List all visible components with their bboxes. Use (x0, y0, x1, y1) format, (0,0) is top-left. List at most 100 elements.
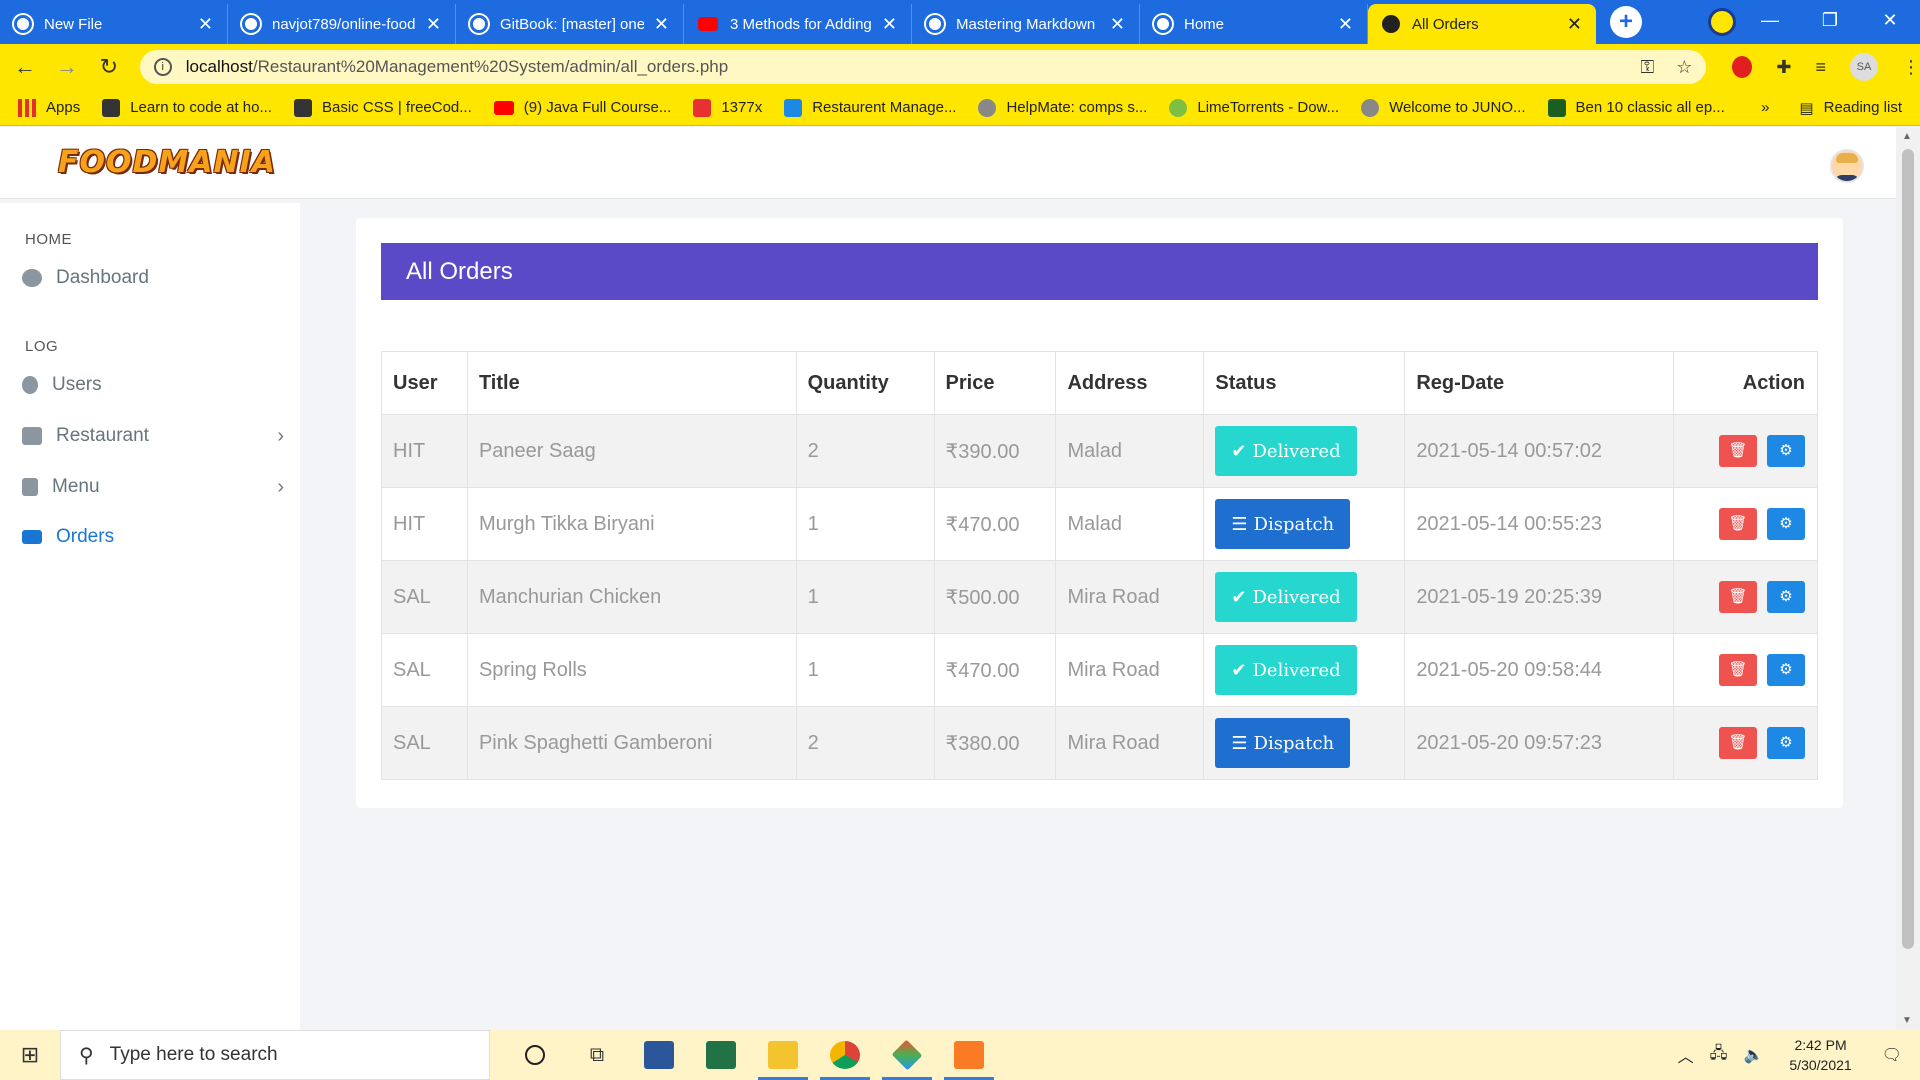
close-icon[interactable]: ✕ (882, 14, 897, 35)
close-icon[interactable]: ✕ (426, 14, 441, 35)
settings-button[interactable]: ⚙ (1767, 654, 1805, 686)
status-label: Dispatch (1253, 513, 1335, 535)
omnitrix-icon (1547, 98, 1566, 117)
more-bookmarks-button[interactable]: » (1761, 99, 1769, 116)
scroll-down-icon[interactable]: ▼ (1902, 1015, 1912, 1026)
settings-button[interactable]: ⚙ (1767, 435, 1805, 467)
cell-date: 2021-05-19 20:25:39 (1404, 560, 1675, 634)
browser-tab-active[interactable]: All Orders ✕ (1368, 4, 1596, 44)
settings-button[interactable]: ⚙ (1767, 508, 1805, 540)
bars-icon: ☰ (1231, 513, 1248, 535)
github-icon (14, 15, 32, 33)
page-scrollbar[interactable]: ▲ ▼ (1896, 127, 1920, 1030)
status-delivered-button[interactable]: ✔ Delivered (1215, 426, 1357, 476)
reload-icon[interactable]: ↻ (92, 54, 126, 80)
sidebar-item-restaurant[interactable]: Restaurant › (22, 425, 292, 447)
settings-button[interactable]: ⚙ (1767, 727, 1805, 759)
status-delivered-button[interactable]: ✔ Delivered (1215, 645, 1357, 695)
bookmark-star-icon[interactable]: ☆ (1676, 57, 1692, 78)
browser-tab[interactable]: navjot789/online-food ✕ (228, 4, 456, 44)
user-avatar[interactable] (1830, 149, 1864, 183)
network-icon[interactable]: 🖧 (1710, 1042, 1728, 1069)
status-delivered-button[interactable]: ✔ Delivered (1215, 572, 1357, 622)
sidebar-item-users[interactable]: Users (22, 374, 292, 396)
windows-logo-icon: ⊞ (20, 1042, 40, 1067)
browser-tab[interactable]: 3 Methods for Adding ✕ (684, 4, 912, 44)
app-logo[interactable]: FOODMANIA (58, 145, 276, 180)
bookmark-item[interactable]: Ben 10 classic all ep... (1547, 98, 1725, 117)
settings-button[interactable]: ⚙ (1767, 581, 1805, 613)
xampp-app[interactable] (938, 1030, 1000, 1080)
task-view-button[interactable]: ⧉ (566, 1030, 628, 1080)
scroll-up-icon[interactable]: ▲ (1902, 131, 1912, 142)
taskbar-search-input[interactable]: ⚲ Type here to search (60, 1030, 490, 1080)
browser-tab[interactable]: Mastering Markdown ✕ (912, 4, 1140, 44)
puzzle-icon[interactable]: ✚ (1776, 57, 1791, 78)
notifications-icon[interactable]: 🗨 (1882, 1045, 1902, 1065)
git-app[interactable] (876, 1030, 938, 1080)
start-button[interactable]: ⊞ (0, 1030, 60, 1080)
browser-tab[interactable]: GitBook: [master] one ✕ (456, 4, 684, 44)
status-dispatch-button[interactable]: ☰ Dispatch (1215, 718, 1351, 768)
media-icon[interactable]: ≡ (1815, 57, 1826, 78)
key-icon[interactable]: ⚿ (1641, 57, 1655, 78)
delete-button[interactable]: 🗑 (1719, 727, 1757, 759)
bookmark-item[interactable]: (9) Java Full Course... (493, 99, 671, 116)
bookmark-item[interactable]: LimeTorrents - Dow... (1169, 98, 1339, 117)
cell-action: 🗑 ⚙ (1673, 487, 1818, 561)
sidebar-item-orders[interactable]: Orders (22, 526, 292, 548)
tab-search-icon[interactable] (1708, 8, 1736, 36)
close-icon[interactable]: ✕ (654, 14, 669, 35)
trash-icon: 🗑 (1728, 515, 1748, 532)
delete-button[interactable]: 🗑 (1719, 508, 1757, 540)
chrome-app[interactable] (814, 1030, 876, 1080)
browser-tab[interactable]: Home ✕ (1140, 4, 1368, 44)
bookmark-item[interactable]: Basic CSS | freeCod... (293, 98, 472, 117)
extension-icon[interactable] (1732, 56, 1753, 78)
scrollbar-thumb[interactable] (1902, 149, 1914, 949)
browser-tab[interactable]: New File ✕ (0, 4, 228, 44)
sidebar-item-label: Restaurant (56, 425, 149, 446)
top-navbar: FOODMANIA (0, 127, 1896, 199)
bookmark-item[interactable]: Restaurent Manage... (784, 98, 956, 117)
menu-dots-icon[interactable]: ⋮ (1902, 57, 1920, 78)
volume-icon[interactable]: 🔈 (1743, 1045, 1763, 1065)
window-close-icon[interactable]: ✕ (1860, 10, 1920, 31)
sidebar-item-menu[interactable]: Menu › (22, 476, 292, 498)
excel-app[interactable] (690, 1030, 752, 1080)
bookmark-item[interactable]: HelpMate: comps s... (978, 98, 1147, 117)
delete-button[interactable]: 🗑 (1719, 581, 1757, 613)
sidebar-item-dashboard[interactable]: Dashboard (22, 267, 292, 289)
forward-icon[interactable]: → (50, 54, 84, 80)
column-header-user: User (381, 351, 468, 415)
site-info-icon[interactable]: i (153, 58, 172, 76)
back-icon[interactable]: ← (8, 54, 42, 80)
reading-list-button[interactable]: ▤ Reading list (1799, 99, 1902, 117)
word-app[interactable] (628, 1030, 690, 1080)
minimize-icon[interactable]: — (1740, 10, 1800, 31)
status-dispatch-button[interactable]: ☰ Dispatch (1215, 499, 1351, 549)
restore-icon[interactable]: ❐ (1800, 10, 1860, 31)
new-tab-button[interactable]: + (1610, 6, 1642, 38)
bookmark-item[interactable]: Welcome to JUNO... (1361, 98, 1526, 117)
cortana-button[interactable] (504, 1030, 566, 1080)
bookmark-item[interactable]: Learn to code at ho... (102, 98, 272, 117)
delete-button[interactable]: 🗑 (1719, 435, 1757, 467)
chevron-up-icon[interactable]: ︿ (1678, 1043, 1694, 1067)
delete-button[interactable]: 🗑 (1719, 654, 1757, 686)
profile-avatar[interactable]: SA (1849, 53, 1878, 81)
bookmark-apps[interactable]: Apps (18, 98, 80, 117)
cell-address: Mira Road (1055, 706, 1205, 780)
close-icon[interactable]: ✕ (1110, 14, 1125, 35)
bookmark-item[interactable]: 1377x (693, 98, 762, 117)
sidebar: HOME Dashboard LOG Users Restaurant › Me… (0, 203, 300, 1030)
close-icon[interactable]: ✕ (1567, 14, 1582, 35)
page-content: FOODMANIA HOME Dashboard LOG Users Resta… (0, 127, 1896, 1030)
bookmarks-bar: Apps Learn to code at ho... Basic CSS | … (0, 90, 1920, 126)
file-explorer-app[interactable] (752, 1030, 814, 1080)
close-icon[interactable]: ✕ (198, 14, 213, 35)
url-input[interactable]: i localhost/Restaurant%20Management%20Sy… (139, 50, 1707, 84)
url-host: localhost (185, 57, 253, 76)
close-icon[interactable]: ✕ (1338, 14, 1353, 35)
clock[interactable]: 2:42 PM 5/30/2021 (1789, 1035, 1851, 1075)
